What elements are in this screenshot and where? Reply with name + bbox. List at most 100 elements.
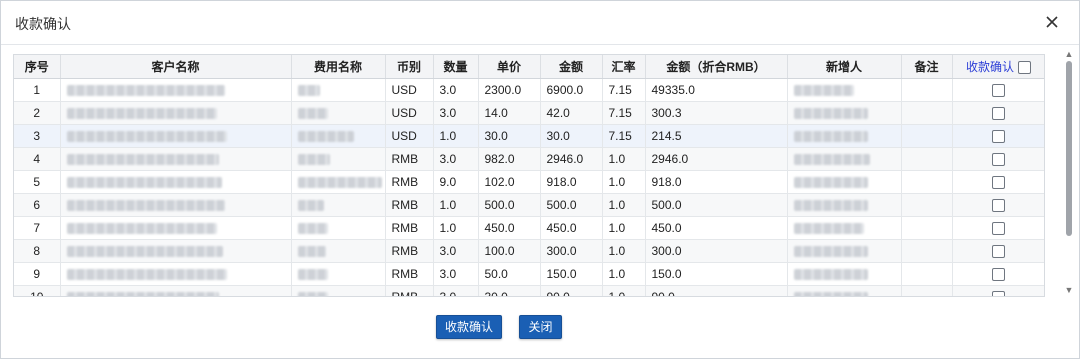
cell-fee-name [291, 193, 386, 217]
select-all-checkbox[interactable] [1018, 61, 1031, 75]
cell-rate: 7.15 [602, 101, 646, 125]
row-confirm-checkbox[interactable] [992, 129, 1005, 143]
cell-amount: 90.0 [540, 285, 603, 296]
cell-remark [901, 239, 953, 263]
redacted-text [793, 222, 864, 234]
cell-rate: 1.0 [602, 193, 646, 217]
row-confirm-checkbox[interactable] [992, 175, 1005, 189]
cell-confirm [952, 239, 1044, 263]
cell-amount: 150.0 [540, 262, 603, 286]
row-confirm-checkbox[interactable] [992, 152, 1005, 166]
redacted-text [793, 130, 868, 142]
payment-table: 序号 客户名称 费用名称 币别 数量 单价 金额 汇率 金额（折合RMB） 新增… [14, 55, 1044, 296]
cell-quantity: 1.0 [433, 124, 479, 148]
cell-confirm [952, 170, 1044, 194]
cell-creator [787, 147, 902, 171]
cell-confirm [952, 78, 1044, 102]
cell-index: 3 [14, 124, 61, 148]
cell-unit-price: 50.0 [478, 262, 541, 286]
payment-table-container[interactable]: 序号 客户名称 费用名称 币别 数量 单价 金额 汇率 金额（折合RMB） 新增… [13, 54, 1045, 297]
table-row[interactable]: 2 USD 3.0 14.0 42.0 7.15 300.3 [14, 101, 1044, 125]
redacted-text [793, 153, 870, 165]
header-currency[interactable]: 币别 [385, 55, 434, 79]
cell-index: 7 [14, 216, 61, 240]
header-remark[interactable]: 备注 [901, 55, 953, 79]
row-confirm-checkbox[interactable] [992, 221, 1005, 235]
table-row[interactable]: 10 RMB 3.0 30.0 90.0 1.0 90.0 [14, 285, 1044, 296]
cell-quantity: 9.0 [433, 170, 479, 194]
header-quantity[interactable]: 数量 [433, 55, 479, 79]
cell-confirm [952, 147, 1044, 171]
cell-amount-rmb: 214.5 [645, 124, 788, 148]
redacted-text [66, 153, 219, 165]
redacted-text [297, 176, 382, 188]
redacted-text [297, 153, 330, 165]
row-confirm-checkbox[interactable] [992, 83, 1005, 97]
cell-quantity: 3.0 [433, 285, 479, 296]
cell-rate: 7.15 [602, 124, 646, 148]
cell-creator [787, 193, 902, 217]
cell-customer [60, 101, 292, 125]
cell-index: 5 [14, 170, 61, 194]
cell-creator [787, 285, 902, 296]
table-row[interactable]: 1 USD 3.0 2300.0 6900.0 7.15 49335.0 [14, 78, 1044, 102]
scrollbar-thumb[interactable] [1066, 61, 1072, 236]
row-confirm-checkbox[interactable] [992, 106, 1005, 120]
cell-customer [60, 216, 292, 240]
redacted-text [297, 291, 328, 296]
header-index[interactable]: 序号 [14, 55, 61, 79]
cell-quantity: 3.0 [433, 78, 479, 102]
cell-rate: 1.0 [602, 285, 646, 296]
cell-amount-rmb: 918.0 [645, 170, 788, 194]
header-unit-price[interactable]: 单价 [478, 55, 541, 79]
cell-amount: 30.0 [540, 124, 603, 148]
redacted-text [297, 222, 328, 234]
cell-remark [901, 147, 953, 171]
cell-amount: 918.0 [540, 170, 603, 194]
redacted-text [66, 84, 225, 96]
cell-remark [901, 262, 953, 286]
cell-rate: 1.0 [602, 239, 646, 263]
table-row[interactable]: 9 RMB 3.0 50.0 150.0 1.0 150.0 [14, 262, 1044, 286]
header-amount[interactable]: 金额 [540, 55, 603, 79]
table-row[interactable]: 5 RMB 9.0 102.0 918.0 1.0 918.0 [14, 170, 1044, 194]
cell-amount-rmb: 450.0 [645, 216, 788, 240]
cell-quantity: 3.0 [433, 239, 479, 263]
cell-unit-price: 982.0 [478, 147, 541, 171]
cell-fee-name [291, 170, 386, 194]
cell-remark [901, 78, 953, 102]
cell-confirm [952, 193, 1044, 217]
cell-index: 1 [14, 78, 61, 102]
table-row[interactable]: 8 RMB 3.0 100.0 300.0 1.0 300.0 [14, 239, 1044, 263]
header-creator[interactable]: 新增人 [787, 55, 902, 79]
cell-currency: RMB [385, 239, 434, 263]
cell-creator [787, 216, 902, 240]
scroll-down-icon[interactable]: ▼ [1064, 285, 1074, 295]
redacted-text [66, 107, 217, 119]
cell-customer [60, 285, 292, 296]
close-button[interactable]: 关闭 [519, 315, 562, 339]
scroll-up-icon[interactable]: ▲ [1064, 49, 1074, 59]
confirm-payment-button[interactable]: 收款确认 [436, 315, 502, 339]
cell-creator [787, 124, 902, 148]
cell-amount: 6900.0 [540, 78, 603, 102]
header-customer[interactable]: 客户名称 [60, 55, 292, 79]
table-row[interactable]: 4 RMB 3.0 982.0 2946.0 1.0 2946.0 [14, 147, 1044, 171]
header-amount-rmb[interactable]: 金额（折合RMB） [645, 55, 788, 79]
cell-quantity: 1.0 [433, 193, 479, 217]
row-confirm-checkbox[interactable] [992, 244, 1005, 258]
table-row[interactable]: 3 USD 1.0 30.0 30.0 7.15 214.5 [14, 124, 1044, 148]
table-row[interactable]: 6 RMB 1.0 500.0 500.0 1.0 500.0 [14, 193, 1044, 217]
cell-quantity: 3.0 [433, 147, 479, 171]
row-confirm-checkbox[interactable] [992, 267, 1005, 281]
vertical-scrollbar[interactable]: ▲ ▼ [1063, 49, 1075, 295]
header-fee-name[interactable]: 费用名称 [291, 55, 386, 79]
table-row[interactable]: 7 RMB 1.0 450.0 450.0 1.0 450.0 [14, 216, 1044, 240]
cell-currency: RMB [385, 216, 434, 240]
header-rate[interactable]: 汇率 [602, 55, 646, 79]
cell-amount-rmb: 500.0 [645, 193, 788, 217]
row-confirm-checkbox[interactable] [992, 290, 1005, 296]
close-icon[interactable] [1041, 11, 1063, 33]
row-confirm-checkbox[interactable] [992, 198, 1005, 212]
cell-remark [901, 193, 953, 217]
